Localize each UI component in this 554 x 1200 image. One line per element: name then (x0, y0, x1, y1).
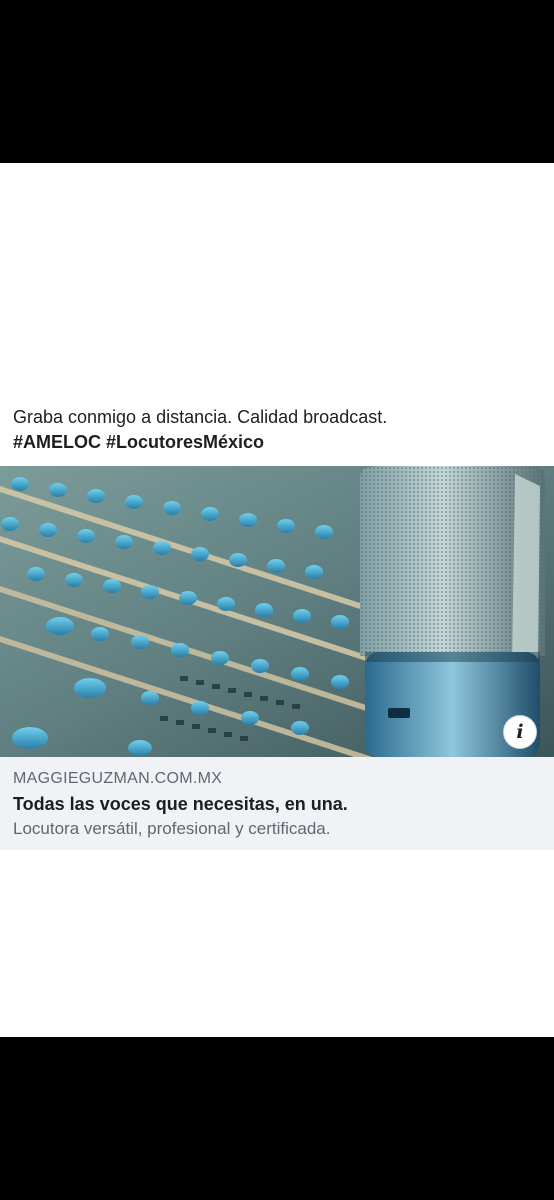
studio-microphone-mixer-image (0, 466, 554, 757)
top-black-bar (0, 0, 554, 163)
bottom-black-bar (0, 1037, 554, 1200)
ad-info-button[interactable]: i (503, 715, 537, 749)
post-caption: Graba conmigo a distancia. Calidad broad… (13, 405, 543, 455)
link-description: Locutora versátil, profesional y certifi… (13, 819, 331, 838)
link-title: Todas las voces que necesitas, en una. (13, 794, 348, 814)
link-preview-card[interactable]: MAGGIEGUZMAN.COM.MX Todas las voces que … (0, 757, 554, 850)
info-icon: i (516, 721, 524, 743)
post-text: Graba conmigo a distancia. Calidad broad… (13, 407, 388, 427)
link-domain: MAGGIEGUZMAN.COM.MX (13, 770, 223, 787)
post-content: Graba conmigo a distancia. Calidad broad… (0, 163, 554, 1037)
ad-image[interactable]: i (0, 466, 554, 757)
post-hashtags[interactable]: #AMELOC #LocutoresMéxico (13, 430, 543, 455)
